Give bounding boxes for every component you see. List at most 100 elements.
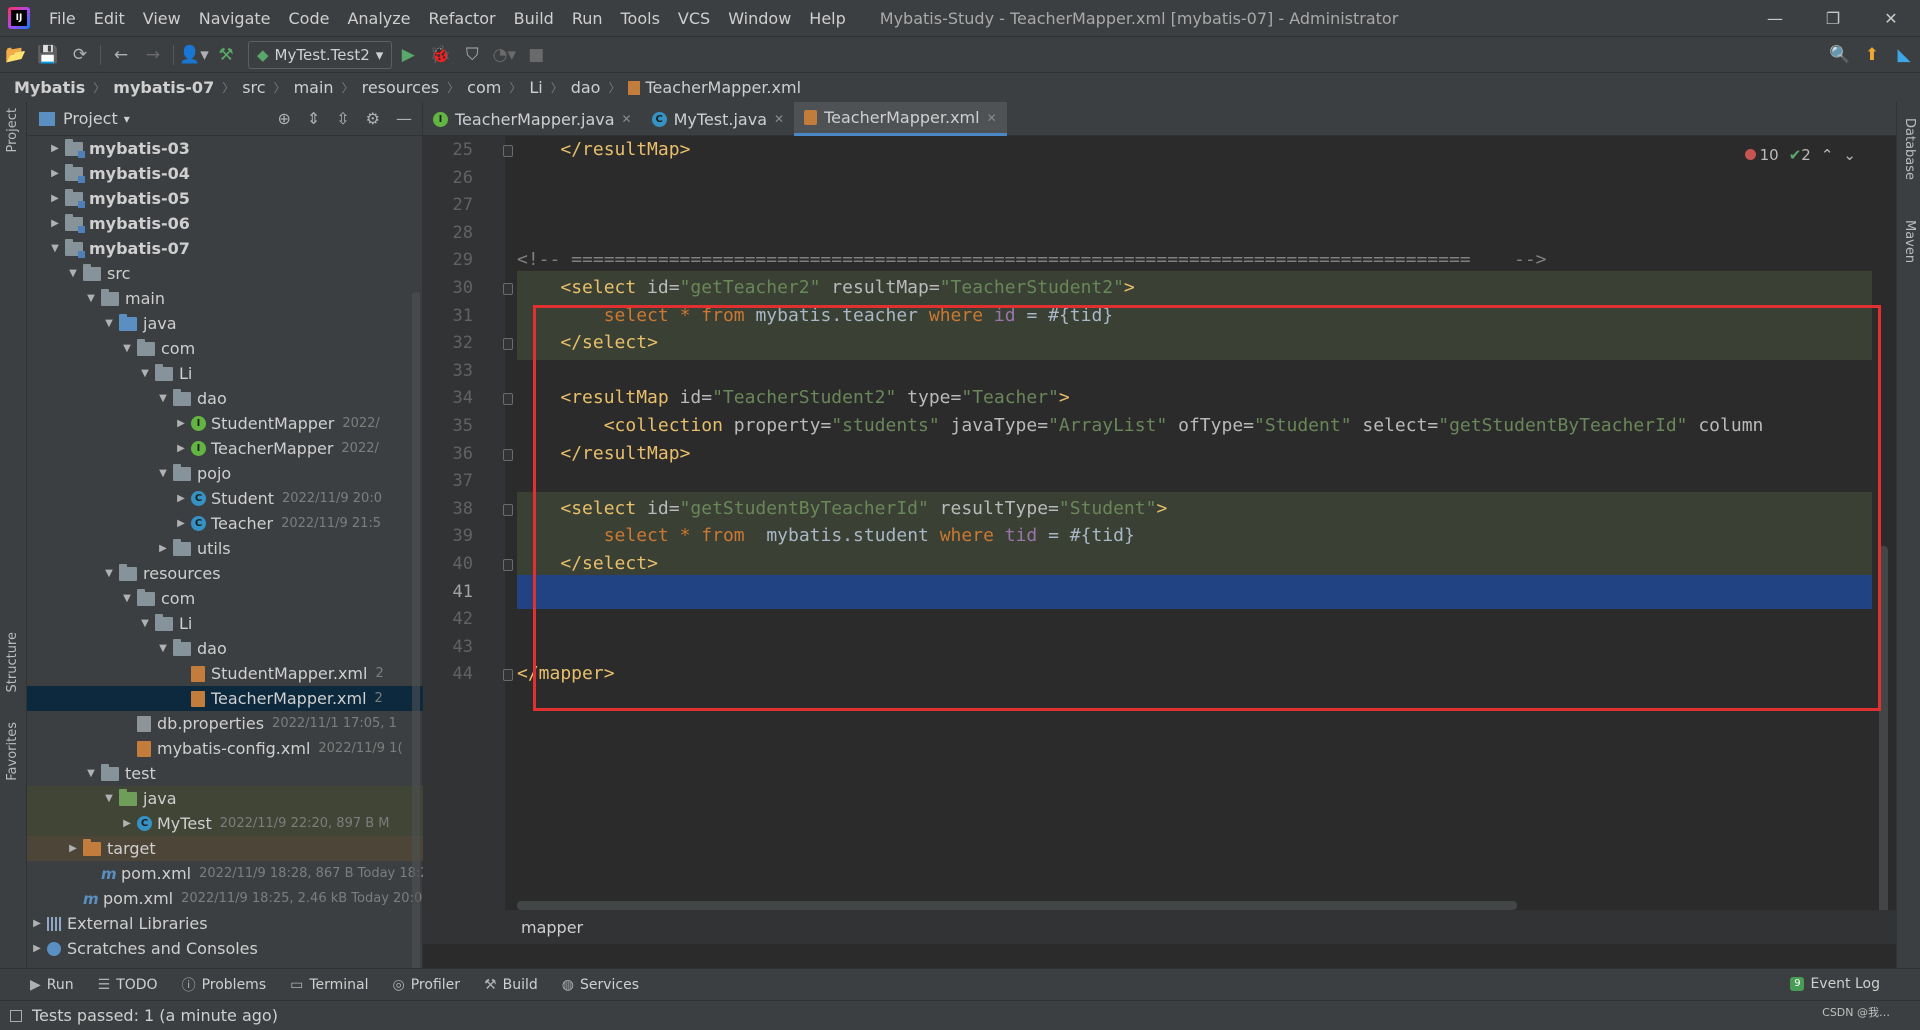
tree-item[interactable]: mybatis-config.xml 2022/11/9 1( <box>27 736 423 761</box>
tool-window-profiler[interactable]: ◎ Profiler <box>393 977 461 993</box>
tool-window-services[interactable]: ◍ Services <box>562 977 639 993</box>
search-icon[interactable]: 🔍 <box>1824 41 1856 69</box>
profile-icon[interactable]: ◔▾ <box>488 41 520 69</box>
code-editor[interactable]: 25 26 27 28 29 30 31 32 33 34 35 36 37 38 39 40 41 42 43 44… <box>423 136 1896 944</box>
menu-edit[interactable]: Edit <box>85 9 134 28</box>
tree-item[interactable]: TeacherMapper.xml 2 <box>27 686 423 711</box>
tree-item[interactable]: ▶ Scratches and Consoles <box>27 936 423 961</box>
chevron-right-icon[interactable]: ▶ <box>27 943 47 954</box>
tree-item[interactable]: db.properties 2022/11/1 17:05, 1 <box>27 711 423 736</box>
tool-window-terminal[interactable]: ▭ Terminal <box>290 977 368 993</box>
menu-help[interactable]: Help <box>800 9 854 28</box>
chevron-right-icon[interactable]: ▶ <box>45 218 65 229</box>
menu-refactor[interactable]: Refactor <box>420 9 505 28</box>
fold-marker-icon[interactable] <box>503 338 513 351</box>
tree-item[interactable]: ▼ java <box>27 786 423 811</box>
menu-file[interactable]: File <box>40 9 85 28</box>
project-tree-scrollbar[interactable] <box>412 292 420 1030</box>
open-folder-icon[interactable]: 📂 <box>0 41 32 69</box>
chevron-right-icon[interactable]: ▶ <box>45 168 65 179</box>
fold-marker-icon[interactable] <box>503 669 513 682</box>
locate-icon[interactable]: ⊕ <box>277 109 290 128</box>
back-arrow-icon[interactable]: ← <box>105 41 137 69</box>
chevron-down-icon[interactable]: ▼ <box>153 468 173 479</box>
project-panel-title[interactable]: Project <box>63 109 118 128</box>
chevron-down-icon[interactable]: ▼ <box>45 243 65 254</box>
fold-marker-icon[interactable] <box>503 559 513 571</box>
menu-run[interactable]: Run <box>563 9 612 28</box>
editor-tab[interactable]: I TeacherMapper.java ✕ <box>423 102 642 136</box>
menu-build[interactable]: Build <box>505 9 563 28</box>
tool-window-todo[interactable]: ☰ TODO <box>98 977 158 993</box>
menu-analyze[interactable]: Analyze <box>338 9 419 28</box>
tree-item[interactable]: ▶ C MyTest 2022/11/9 22:20, 897 B M <box>27 811 423 836</box>
update-icon[interactable]: ⬆ <box>1856 41 1888 69</box>
tool-window-build[interactable]: ⚒ Build <box>484 977 538 993</box>
fold-marker-icon[interactable] <box>503 145 513 157</box>
chevron-right-icon[interactable]: ▶ <box>171 443 191 454</box>
tree-item[interactable]: ▼ src <box>27 261 423 286</box>
run-configuration-select[interactable]: ◆ MyTest.Test2 ▾ <box>248 40 393 69</box>
tree-item[interactable]: m pom.xml 2022/11/9 18:28, 867 B Today 18:… <box>27 861 423 886</box>
error-count[interactable]: 10 <box>1744 146 1779 164</box>
chevron-right-icon[interactable]: ▶ <box>171 518 191 529</box>
close-button[interactable]: ✕ <box>1862 0 1920 36</box>
tree-item[interactable]: ▼ pojo <box>27 461 423 486</box>
menu-tools[interactable]: Tools <box>612 9 669 28</box>
chevron-down-icon[interactable]: ▼ <box>135 618 155 629</box>
fold-marker-icon[interactable] <box>503 393 513 406</box>
editor-horizontal-scrollbar[interactable] <box>517 901 1517 910</box>
structure-tool-tab[interactable]: Structure <box>5 632 20 692</box>
warning-count[interactable]: ✔2 <box>1789 146 1811 164</box>
chevron-right-icon[interactable]: ▶ <box>117 818 137 829</box>
minimize-button[interactable]: — <box>1746 0 1804 36</box>
chevron-down-icon[interactable]: ▼ <box>153 393 173 404</box>
editor-tab[interactable]: C MyTest.java ✕ <box>642 102 794 136</box>
tree-item[interactable]: ▼ dao <box>27 636 423 661</box>
gear-icon[interactable]: ⚙ <box>366 109 380 128</box>
chevron-right-icon[interactable]: ▶ <box>63 843 83 854</box>
chevron-right-icon[interactable]: ▶ <box>45 143 65 154</box>
breadcrumb-item[interactable]: resources <box>362 78 440 97</box>
breadcrumb-item[interactable]: src <box>242 78 265 97</box>
chevron-down-icon[interactable]: ▼ <box>117 343 137 354</box>
run-icon[interactable]: ▶ <box>392 41 424 69</box>
tool-window-problems[interactable]: ⓘ Problems <box>182 975 267 995</box>
tree-item[interactable]: ▶ C Teacher 2022/11/9 21:5 <box>27 511 423 536</box>
tree-item[interactable]: ▼ mybatis-07 <box>27 236 423 261</box>
debug-icon[interactable]: 🐞 <box>424 41 456 69</box>
coverage-icon[interactable]: ⛉ <box>456 41 488 69</box>
editor-tab[interactable]: TeacherMapper.xml ✕ <box>794 102 1007 136</box>
chevron-right-icon[interactable]: ▶ <box>171 493 191 504</box>
chevron-right-icon[interactable]: ▶ <box>171 418 191 429</box>
restore-button[interactable]: ❐ <box>1804 0 1862 36</box>
fold-marker-icon[interactable] <box>503 448 513 461</box>
tree-item[interactable]: ▼ resources <box>27 561 423 586</box>
tree-item[interactable]: ▼ com <box>27 336 423 361</box>
breadcrumb-item[interactable]: TeacherMapper.xml <box>645 78 801 97</box>
chevron-right-icon[interactable]: ▶ <box>153 543 173 554</box>
breadcrumb-item[interactable]: Li <box>529 78 542 97</box>
tree-item[interactable]: ▶ I StudentMapper 2022/ <box>27 411 423 436</box>
stop-icon[interactable]: ■ <box>520 41 552 69</box>
tree-item[interactable]: StudentMapper.xml 2 <box>27 661 423 686</box>
hide-icon[interactable]: — <box>396 109 412 128</box>
tree-item[interactable]: ▶ mybatis-05 <box>27 186 423 211</box>
breadcrumb-item[interactable]: com <box>467 78 501 97</box>
collapse-all-icon[interactable]: ⇳ <box>336 109 349 128</box>
tree-item[interactable]: ▶ mybatis-06 <box>27 211 423 236</box>
chevron-down-icon[interactable]: ▼ <box>81 768 101 779</box>
jetbrains-toolbox-icon[interactable]: ◣ <box>1888 41 1920 69</box>
tree-item[interactable]: ▼ com <box>27 586 423 611</box>
project-tool-tab[interactable]: Project <box>5 108 20 152</box>
tree-item[interactable]: ▼ main <box>27 286 423 311</box>
xml-structure-breadcrumb[interactable]: mapper <box>423 910 1896 944</box>
chevron-down-icon[interactable]: ▼ <box>81 293 101 304</box>
menu-window[interactable]: Window <box>719 9 800 28</box>
next-highlight-icon[interactable]: ⌄ <box>1843 146 1856 164</box>
tree-item[interactable]: ▶ External Libraries <box>27 911 423 936</box>
tree-item[interactable]: ▼ Li <box>27 361 423 386</box>
close-icon[interactable]: ✕ <box>774 112 784 126</box>
close-icon[interactable]: ✕ <box>622 112 632 126</box>
menu-navigate[interactable]: Navigate <box>190 9 280 28</box>
